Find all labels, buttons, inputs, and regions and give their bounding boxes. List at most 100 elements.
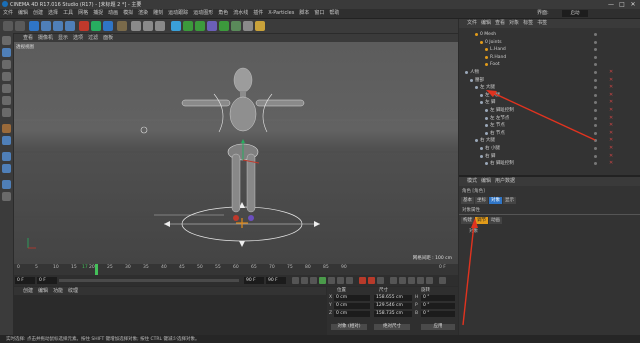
light-icon[interactable]	[255, 21, 265, 31]
menu-item[interactable]: 窗口	[314, 9, 324, 18]
visibility-dot-icon[interactable]	[594, 93, 597, 97]
menu-item[interactable]: 工具	[63, 9, 73, 18]
subdivision-icon[interactable]	[195, 21, 205, 31]
tag-icon[interactable]: ✕	[609, 92, 614, 98]
goto-end-icon[interactable]	[346, 277, 353, 284]
tag-icon[interactable]: ✕	[609, 100, 614, 105]
end-frame-field[interactable]: 90 F	[244, 277, 264, 284]
minimize-button[interactable]: —	[606, 0, 616, 9]
make-editable-icon[interactable]	[2, 36, 11, 45]
subtab-build[interactable]: 构建	[461, 217, 474, 224]
parameter-key-icon[interactable]	[417, 277, 424, 284]
tag-icon[interactable]: ✕	[609, 130, 614, 136]
tweak-icon[interactable]	[2, 136, 11, 145]
play-icon[interactable]	[319, 277, 326, 284]
menu-item[interactable]: 动画	[108, 9, 118, 18]
range-slider[interactable]	[59, 279, 239, 282]
position-key-icon[interactable]	[390, 277, 397, 284]
close-button[interactable]: ✕	[628, 0, 638, 9]
current-frame-field[interactable]: 0 F	[37, 277, 57, 284]
object-row[interactable]: 0 Joints	[459, 39, 640, 46]
apply-button[interactable]: 应用	[421, 324, 455, 330]
workplane-mode-icon[interactable]	[2, 72, 11, 81]
viewport-menu-item[interactable]: 选项	[73, 34, 83, 42]
coordinate-system-icon[interactable]	[117, 21, 127, 31]
material-menu-item[interactable]: 纹理	[68, 287, 78, 295]
object-row[interactable]: 左 大腿 ✕	[459, 84, 640, 91]
rotate-icon[interactable]	[65, 21, 75, 31]
visibility-dot-icon[interactable]	[594, 86, 597, 90]
visibility-dot-icon[interactable]	[594, 109, 597, 112]
undo-icon[interactable]	[3, 21, 13, 31]
record-icon[interactable]	[359, 277, 366, 284]
tab-display[interactable]: 显示	[503, 197, 516, 204]
autokey-icon[interactable]	[368, 277, 375, 284]
menu-item[interactable]: 脚本	[299, 9, 309, 18]
visibility-dot-icon[interactable]	[594, 154, 597, 158]
menu-item[interactable]: 选择	[48, 9, 58, 18]
y-axis-icon[interactable]	[91, 21, 101, 31]
edges-mode-icon[interactable]	[2, 96, 11, 105]
menu-item[interactable]: 渲染	[138, 9, 148, 18]
visibility-dot-icon[interactable]	[594, 101, 597, 105]
tag-icon[interactable]: ✕	[609, 161, 614, 166]
keyframe-selection-icon[interactable]	[377, 277, 384, 284]
environment-icon[interactable]	[231, 21, 241, 31]
menu-item[interactable]: 帮助	[329, 9, 339, 18]
snap-icon[interactable]	[2, 152, 11, 161]
tag-icon[interactable]: ✕	[609, 77, 614, 83]
prev-frame-icon[interactable]	[310, 277, 317, 284]
pen-spline-icon[interactable]	[183, 21, 193, 31]
object-menu-item[interactable]: 对象	[509, 19, 519, 28]
scale-icon[interactable]	[53, 21, 63, 31]
scale-key-icon[interactable]	[399, 277, 406, 284]
menu-item[interactable]: 插件	[253, 9, 263, 18]
object-row[interactable]: 右 脚 ✕	[459, 153, 640, 160]
current-frame-marker[interactable]	[95, 264, 98, 275]
pla-key-icon[interactable]	[426, 277, 433, 284]
x-axis-icon[interactable]	[79, 21, 89, 31]
goto-start-icon[interactable]	[292, 277, 299, 284]
next-key-icon[interactable]	[337, 277, 344, 284]
camera-icon[interactable]	[243, 21, 253, 31]
cube-icon[interactable]	[171, 21, 181, 31]
model-mode-icon[interactable]	[2, 48, 11, 57]
timeline[interactable]: 0 5 10 15 17 20 25 30 35 40 45 50 55 60 65 70 75 80 85 90 0 …	[14, 264, 458, 275]
visibility-dot-icon[interactable]	[594, 116, 597, 120]
perspective-viewport[interactable]: 透视视图 网格间距: 100 cm	[14, 42, 458, 264]
render-settings-icon[interactable]	[155, 21, 165, 31]
material-menu-item[interactable]: 创建	[23, 287, 33, 295]
menu-item[interactable]: 运动跟踪	[168, 9, 188, 18]
tag-icon[interactable]: ✕	[609, 123, 614, 128]
points-mode-icon[interactable]	[2, 84, 11, 93]
viewport-menu-item[interactable]: 查看	[23, 34, 33, 42]
object-row[interactable]: L.Hand	[459, 46, 640, 53]
z-axis-icon[interactable]	[103, 21, 113, 31]
visibility-dot-icon[interactable]	[594, 131, 597, 135]
visibility-dot-icon[interactable]	[594, 48, 597, 52]
material-menu-item[interactable]: 编辑	[38, 287, 48, 295]
layout-select[interactable]: 启动	[562, 10, 588, 17]
position-z-field[interactable]: 0 cm	[334, 311, 370, 317]
enable-axis-icon[interactable]	[2, 124, 11, 133]
subtab-adjust[interactable]: 调节	[475, 217, 488, 224]
tab-basic[interactable]: 基本	[461, 197, 474, 204]
attribute-menu-item[interactable]: 编辑	[481, 177, 491, 186]
menu-item[interactable]: 编辑	[18, 9, 28, 18]
deformer-icon[interactable]	[219, 21, 229, 31]
menu-item[interactable]: 流水线	[233, 9, 248, 18]
polygons-mode-icon[interactable]	[2, 108, 11, 117]
object-menu-item[interactable]: 标签	[523, 19, 533, 28]
object-row[interactable]: 人物 ✕	[459, 69, 640, 76]
material-menu-item[interactable]: 功能	[53, 287, 63, 295]
visibility-dot-icon[interactable]	[594, 78, 597, 82]
size-mode-select[interactable]: 绝对尺寸	[374, 324, 410, 330]
menu-item[interactable]: 运动图形	[193, 9, 213, 18]
preview-end-field[interactable]: 90 F	[266, 277, 286, 284]
material-panel[interactable]	[14, 295, 326, 335]
object-row[interactable]: 0 Mesh	[459, 31, 640, 38]
menu-item[interactable]: 网格	[78, 9, 88, 18]
visibility-dot-icon[interactable]	[594, 147, 597, 150]
object-row[interactable]: 右 节点 ✕	[459, 130, 640, 137]
rotation-h-field[interactable]: 0 °	[421, 295, 455, 301]
